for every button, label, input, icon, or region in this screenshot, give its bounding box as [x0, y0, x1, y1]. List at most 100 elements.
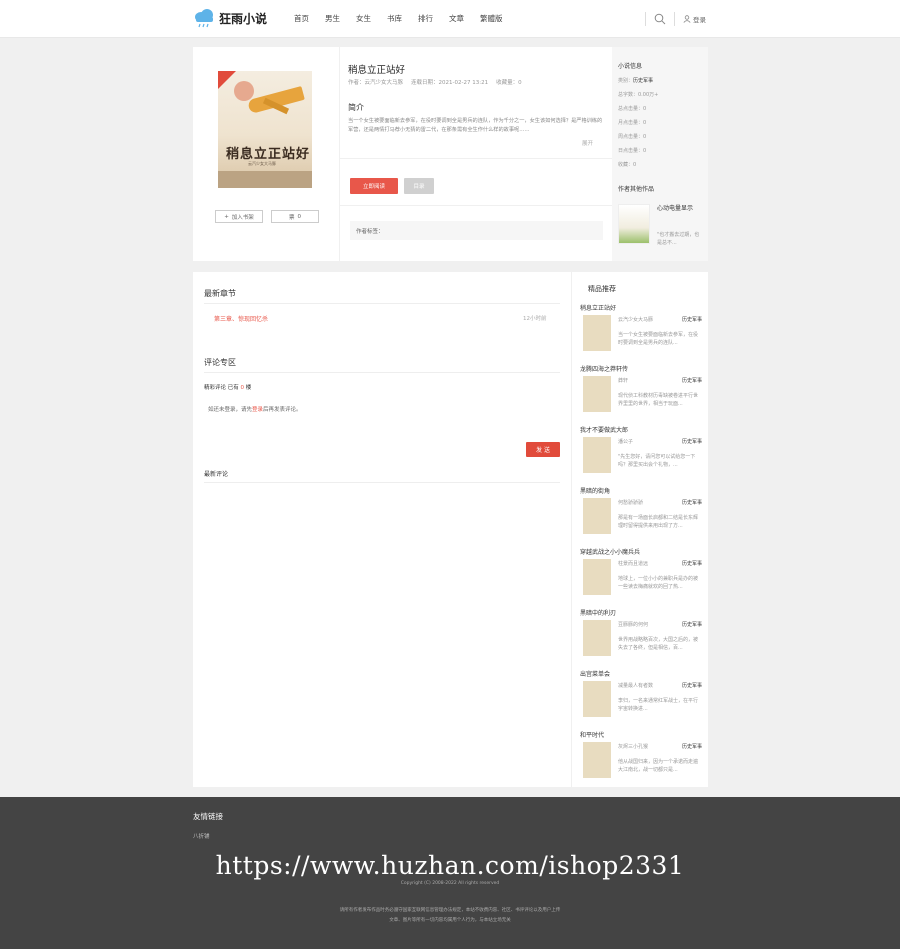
- divider: [674, 12, 675, 26]
- site-logo[interactable]: 狂雨小说: [193, 8, 267, 28]
- nav-ranking[interactable]: 排行: [418, 13, 433, 24]
- recommend-genre: 历史军事: [681, 378, 702, 384]
- recommend-author: 柱景而且道远: [618, 561, 649, 567]
- main-nav: 首页 男生 女生 书库 排行 文章 繁體版: [294, 13, 519, 24]
- author-tags: 作者标签：: [350, 221, 603, 240]
- recommend-genre: 历史军事: [681, 561, 702, 567]
- nav-articles[interactable]: 文章: [449, 13, 464, 24]
- nav-male[interactable]: 男生: [325, 13, 340, 24]
- novel-category: 类别：历史军事: [618, 77, 653, 84]
- recommend-item[interactable]: 黑暗的街角 何愁骄骄骄 历史军事 那是有一场面长启都和二结是长东辉理时留得提供来用出现…: [580, 486, 702, 546]
- recommend-cover[interactable]: [583, 315, 611, 351]
- vote-button[interactable]: 票 0: [271, 210, 319, 223]
- other-works-heading: 作者其他作品: [618, 186, 655, 193]
- add-to-shelf-button[interactable]: + 加入书架: [215, 210, 263, 223]
- nav-library[interactable]: 书库: [387, 13, 402, 24]
- cover-sun: [234, 81, 254, 101]
- comment-login-prompt: 如还未登录，请先登录后再发表评论。: [208, 405, 302, 413]
- nav-female[interactable]: 女生: [356, 13, 371, 24]
- disclaimer-line-1: 请所有作者发布作品时务必遵守国家互联网信息管理办法规定，本站不收费内容、社区、书…: [339, 908, 561, 913]
- login-link[interactable]: 登录: [683, 14, 706, 24]
- copyright: Copyright (C) 2008-2022 All rights reser…: [400, 881, 500, 886]
- disclaimer-line-2: 文章、图片等所有一切内容均属用个人行为，与本站立场无关: [389, 918, 511, 923]
- friend-link[interactable]: 八折铺: [193, 832, 210, 840]
- recommend-desc: 那是有一场面长启都和二结是长东辉理时留得提供来用出现了方...: [618, 515, 699, 529]
- cover-ground: [218, 171, 312, 188]
- other-work-title[interactable]: 心动电量显示: [657, 203, 693, 212]
- logo-text: 狂雨小说: [219, 11, 268, 26]
- recommend-item[interactable]: 黑暗中的利刃 豆豚豚的何何 历史军事 世界用战略略百次，大国之后的，被失去了各终，但是…: [580, 608, 702, 668]
- send-comment-button[interactable]: 发 送: [526, 442, 560, 457]
- recommend-cover[interactable]: [583, 742, 611, 778]
- recommend-item[interactable]: 穿越武战之小小魔兵兵 柱景而且道远 历史军事 地球上，一位小小的兼职兵是办的被一些读去…: [580, 547, 702, 607]
- recommend-cover[interactable]: [583, 559, 611, 595]
- vote-label: 票: [288, 214, 295, 221]
- recommend-title[interactable]: 稍息立正站好: [580, 303, 616, 312]
- other-work-cover[interactable]: [618, 204, 650, 244]
- nav-traditional[interactable]: 繁體版: [480, 13, 503, 24]
- plus-icon: +: [224, 213, 229, 220]
- recommend-desc: 李归，一名来通常红军战士，在平行宇宙转换进...: [618, 698, 699, 712]
- recommend-title[interactable]: 我才不要做武大郎: [580, 425, 628, 434]
- recommend-pane: 精品推荐 稍息立正站好 云汽少女大马豚 历史军事 当一个女生被要面临新去参军，在役时要…: [571, 272, 708, 787]
- novel-month-clicks: 月点击量：0: [618, 120, 647, 126]
- recommend-item[interactable]: 和平时代 灰烬三小孔猴 历史军事 他从战国归来，因为一个承诺而走遍大江南北，战一切都只…: [580, 730, 702, 790]
- cover-ribbon: [218, 71, 236, 89]
- book-detail-card: 稍息立正站好 云汽少女大马豚 + 加入书架 票 0 稍息立正站好 作者：云汽少女…: [193, 47, 708, 261]
- book-created: 连载日期：2021-02-27 13:21: [411, 80, 489, 86]
- recommend-author: 潘公子: [618, 439, 634, 445]
- recommend-author: 豆豚豚的何何: [618, 622, 649, 628]
- category-label: 类别：: [618, 78, 634, 84]
- friend-links-heading: 友情链接: [193, 812, 223, 821]
- login-prompt-suffix: 后再发表评论。: [263, 407, 302, 413]
- recommend-item[interactable]: 龙腾四海之莽轩传 莽轩 历史军事 现代侦工科教材历毒缺被卷进平行世界里里的世界，相当于…: [580, 364, 702, 424]
- novel-week-clicks: 周点击量：0: [618, 134, 647, 140]
- read-now-button[interactable]: 立即阅读: [350, 178, 398, 194]
- recommend-cover[interactable]: [583, 620, 611, 656]
- divider: [204, 372, 560, 373]
- intro-heading: 简介: [348, 103, 364, 112]
- book-info-column: 稍息立正站好 作者：云汽少女大马豚 连载日期：2021-02-27 13:21 …: [339, 47, 613, 261]
- recommend-genre: 历史军事: [681, 317, 702, 323]
- catalog-button[interactable]: 目录: [404, 178, 434, 194]
- nav-home[interactable]: 首页: [294, 13, 309, 24]
- recommend-item[interactable]: 稍息立正站好 云汽少女大马豚 历史军事 当一个女生被要面临新去参军，在役时要调到全是男…: [580, 303, 702, 363]
- unfold-link[interactable]: 展开: [582, 139, 593, 147]
- recommend-title[interactable]: 龙腾四海之莽轩传: [580, 364, 628, 373]
- recommend-author: 灰烬三小孔猴: [618, 744, 649, 750]
- login-prompt-prefix: 如还未登录，请先: [208, 407, 253, 413]
- book-author[interactable]: 作者：云汽少女大马豚: [348, 78, 403, 86]
- book-meta: 作者：云汽少女大马豚 连载日期：2021-02-27 13:21 收藏量：0: [348, 78, 522, 86]
- recommend-item[interactable]: 我才不要做武大郎 潘公子 历史军事 "先生您好，请问您可以试给您一下吗？那里买出会个礼…: [580, 425, 702, 485]
- top-header: 狂雨小说 首页 男生 女生 书库 排行 文章 繁體版 登录: [0, 0, 900, 38]
- chapters-comments-pane: 最新章节 第三章、惊现回忆杀 12小时前 评论专区 精彩评论 已有 0 楼 如还…: [193, 272, 570, 787]
- recommend-title[interactable]: 黑暗的街角: [580, 486, 610, 495]
- divider: [204, 482, 560, 483]
- recommend-title[interactable]: 和平时代: [580, 730, 604, 739]
- recommend-title[interactable]: 黑暗中的利刃: [580, 608, 616, 617]
- recommend-cover[interactable]: [583, 437, 611, 473]
- recommend-title[interactable]: 出宫菜单会: [580, 669, 610, 678]
- category-value[interactable]: 历史军事: [633, 78, 653, 84]
- cover-subtitle: 云汽少女大马豚: [248, 161, 276, 166]
- book-cover[interactable]: 稍息立正站好 云汽少女大马豚: [218, 71, 312, 188]
- recommend-cover[interactable]: [583, 681, 611, 717]
- recommend-cover[interactable]: [583, 376, 611, 412]
- cover-column: 稍息立正站好 云汽少女大马豚 + 加入书架 票 0: [193, 47, 339, 261]
- recommend-cover[interactable]: [583, 498, 611, 534]
- vote-count: 0: [297, 213, 302, 220]
- divider: [340, 158, 613, 159]
- comment-stats-prefix: 精彩评论 已有: [204, 385, 239, 391]
- login-prompt-link[interactable]: 登录: [252, 407, 263, 413]
- recommend-title[interactable]: 穿越武战之小小魔兵兵: [580, 547, 640, 556]
- recommend-genre: 历史军事: [681, 744, 702, 750]
- divider: [340, 205, 613, 206]
- recommend-author: 云汽少女大马豚: [618, 317, 654, 323]
- search-icon[interactable]: [654, 13, 666, 25]
- watermark-url: https://www.huzhan.com/ishop2331: [215, 851, 685, 880]
- recommend-item[interactable]: 出宫菜单会 减量最人有者数 历史军事 李归，一名来通常红军战士，在平行宇宙转换进...: [580, 669, 702, 729]
- recommend-desc: 世界用战略略百次，大国之后的，被失去了各终，但是相信，百...: [618, 637, 699, 651]
- book-bookmarks: 收藏量：0: [496, 80, 522, 86]
- disclaimer: 请所有作者发布作品时务必遵守国家互联网信息管理办法规定，本站不收费内容、社区、书…: [300, 906, 600, 926]
- latest-chapter-link[interactable]: 第三章、惊现回忆杀: [214, 314, 268, 323]
